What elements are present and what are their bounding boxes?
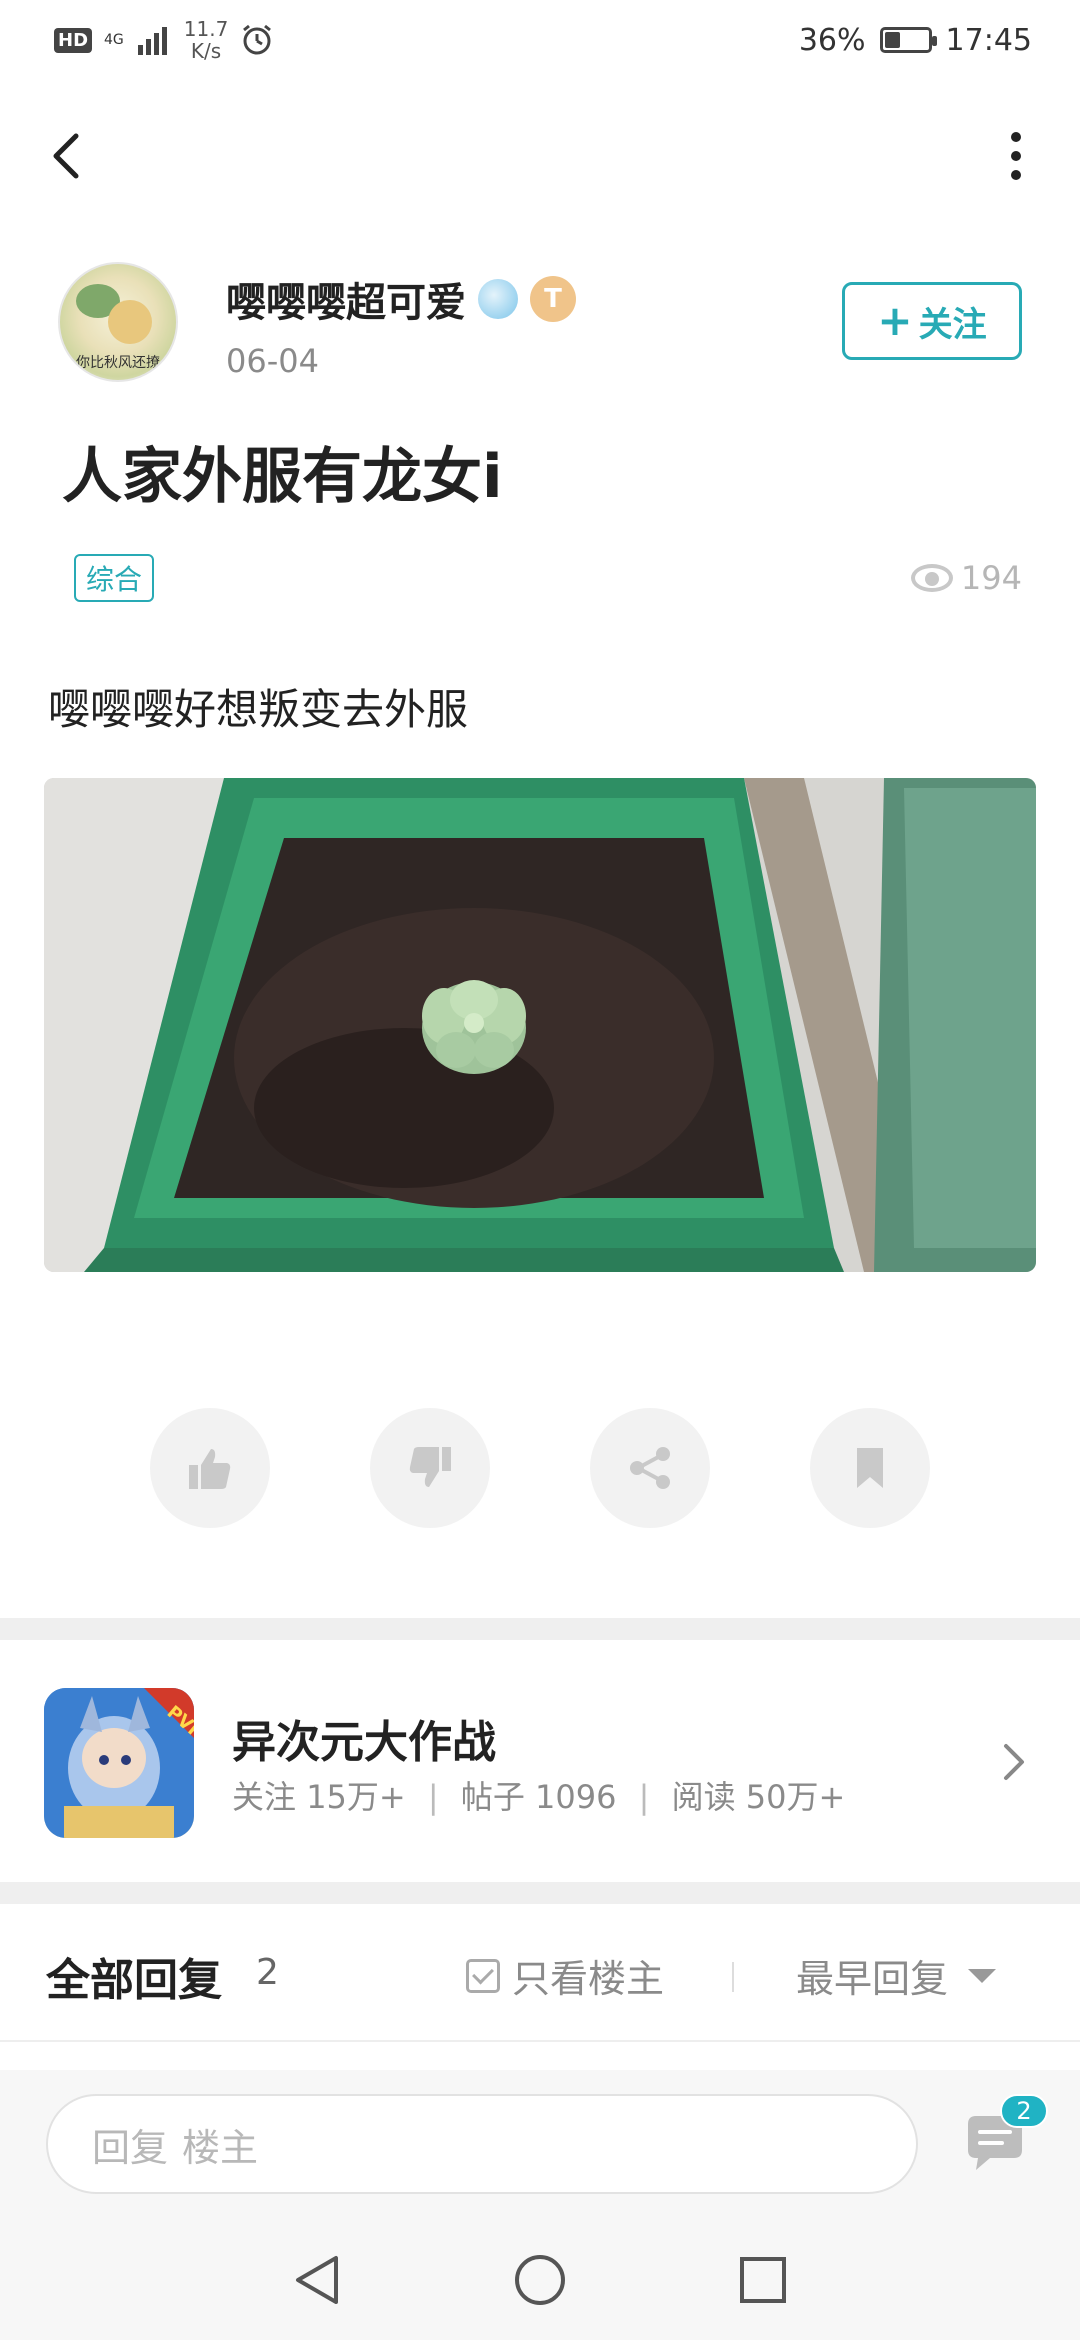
clock: 17:45 bbox=[945, 22, 1032, 58]
top-nav bbox=[0, 120, 1080, 200]
back-button[interactable] bbox=[40, 126, 100, 186]
avatar-caption: 你比秋风还撩 bbox=[76, 355, 160, 371]
only-owner-label: 只看楼主 bbox=[512, 1957, 665, 2001]
post-body-text: 嘤嘤嘤好想叛变去外服 bbox=[48, 685, 469, 734]
dislike-button[interactable] bbox=[370, 1408, 490, 1528]
replies-title: 全部回复 bbox=[46, 1955, 222, 2006]
sort-dropdown[interactable]: 最早回复 bbox=[796, 1948, 997, 2003]
comment-count-badge: 2 bbox=[1000, 2094, 1048, 2128]
speed-value: 11.7 bbox=[183, 17, 229, 41]
succulent-plant-photo bbox=[44, 778, 1036, 1272]
game-card[interactable]: PVP 异次元大作战 关注 15万+ | 帖子 1096 | 阅读 50万+ bbox=[0, 1642, 1080, 1882]
thumbs-down-icon bbox=[409, 1447, 451, 1487]
author-name-row[interactable]: 嘤嘤嘤超可爱 T bbox=[226, 270, 576, 328]
avatar[interactable]: 你比秋风还撩 bbox=[58, 262, 178, 382]
bubble-badge-icon bbox=[478, 279, 518, 319]
battery-icon bbox=[879, 27, 937, 53]
follow-label: 关注 bbox=[918, 304, 987, 345]
eye-icon bbox=[910, 564, 953, 592]
reply-placeholder-prefix: 回复 bbox=[92, 2125, 169, 2170]
chevron-right-icon bbox=[1004, 1744, 1024, 1780]
caret-down-icon bbox=[968, 1968, 997, 1983]
game-posts-count: 1096 bbox=[535, 1778, 617, 1816]
level-badge: T bbox=[530, 276, 576, 322]
reply-input[interactable]: 回复 楼主 bbox=[46, 2094, 918, 2194]
reply-bar: 回复 楼主 2 bbox=[0, 2070, 1080, 2220]
more-dot bbox=[1011, 132, 1021, 142]
post-actions bbox=[150, 1408, 930, 1528]
game-follow-label: 关注 bbox=[232, 1778, 297, 1816]
post-image[interactable] bbox=[44, 778, 1036, 1272]
bookmark-button[interactable] bbox=[810, 1408, 930, 1528]
signal-icon bbox=[137, 27, 167, 55]
sort-label: 最早回复 bbox=[796, 1957, 949, 2001]
game-posts-label: 帖子 bbox=[460, 1778, 525, 1816]
thumbs-up-icon bbox=[189, 1449, 231, 1489]
replies-count: 2 bbox=[256, 1952, 279, 1993]
system-nav-bar bbox=[0, 2220, 1080, 2340]
battery-percent: 36% bbox=[798, 22, 866, 58]
stats-separator: | bbox=[427, 1778, 439, 1816]
more-dot bbox=[1011, 170, 1021, 180]
status-bar: HD 4G 11.7 K/s 36% 17:45 bbox=[0, 0, 1080, 80]
more-button[interactable] bbox=[996, 126, 1036, 186]
status-left: HD 4G 11.7 K/s bbox=[54, 18, 274, 62]
section-divider bbox=[0, 1882, 1080, 1904]
game-reads-count: 50万+ bbox=[745, 1778, 846, 1816]
game-reads-label: 阅读 bbox=[671, 1778, 736, 1816]
post-date: 06-04 bbox=[226, 342, 319, 380]
view-count-value: 194 bbox=[960, 559, 1022, 597]
share-icon bbox=[630, 1447, 670, 1489]
alarm-icon bbox=[243, 24, 272, 55]
game-art: PVP bbox=[44, 1688, 194, 1838]
game-name: 异次元大作战 bbox=[232, 1717, 496, 1768]
nav-home-icon[interactable] bbox=[512, 2252, 568, 2308]
stats-separator: | bbox=[638, 1778, 650, 1816]
hd-badge: HD bbox=[54, 27, 93, 53]
game-follow-count: 15万+ bbox=[306, 1778, 406, 1816]
network-indicator: 4G bbox=[104, 33, 124, 47]
game-icon: PVP bbox=[44, 1688, 194, 1838]
status-right: 36% 17:45 bbox=[799, 23, 1032, 58]
chevron-left-icon bbox=[53, 133, 79, 179]
avatar-art bbox=[108, 300, 152, 344]
section-divider bbox=[0, 1618, 1080, 1640]
network-type: 4G bbox=[104, 32, 124, 48]
bookmark-icon bbox=[857, 1448, 883, 1488]
author-row: 你比秋风还撩 嘤嘤嘤超可爱 T 06-04 + 关注 bbox=[58, 262, 1022, 382]
divider-line bbox=[732, 1962, 734, 1992]
speed-unit: K/s bbox=[190, 39, 222, 63]
author-name: 嘤嘤嘤超可爱 bbox=[226, 280, 466, 326]
post-title: 人家外服有龙女i bbox=[62, 442, 503, 512]
share-button[interactable] bbox=[590, 1408, 710, 1528]
game-stats: 关注 15万+ | 帖子 1096 | 阅读 50万+ bbox=[232, 1772, 845, 1818]
like-button[interactable] bbox=[150, 1408, 270, 1528]
checkbox-icon bbox=[466, 1958, 500, 1993]
category-tag[interactable]: 综合 bbox=[74, 554, 155, 602]
nav-recents-icon[interactable] bbox=[738, 2255, 788, 2305]
view-count: 194 bbox=[910, 554, 1022, 602]
network-speed: 11.7 K/s bbox=[184, 18, 229, 62]
follow-button[interactable]: + 关注 bbox=[842, 282, 1022, 360]
nav-back-icon[interactable] bbox=[292, 2252, 342, 2308]
battery-fill bbox=[884, 32, 900, 48]
only-owner-toggle[interactable]: 只看楼主 bbox=[466, 1948, 664, 2003]
plus-icon: + bbox=[877, 296, 913, 345]
replies-header: 全部回复 2 只看楼主 最早回复 bbox=[0, 1908, 1080, 2042]
more-dot bbox=[1011, 151, 1021, 161]
reply-placeholder-target: 楼主 bbox=[182, 2125, 259, 2170]
